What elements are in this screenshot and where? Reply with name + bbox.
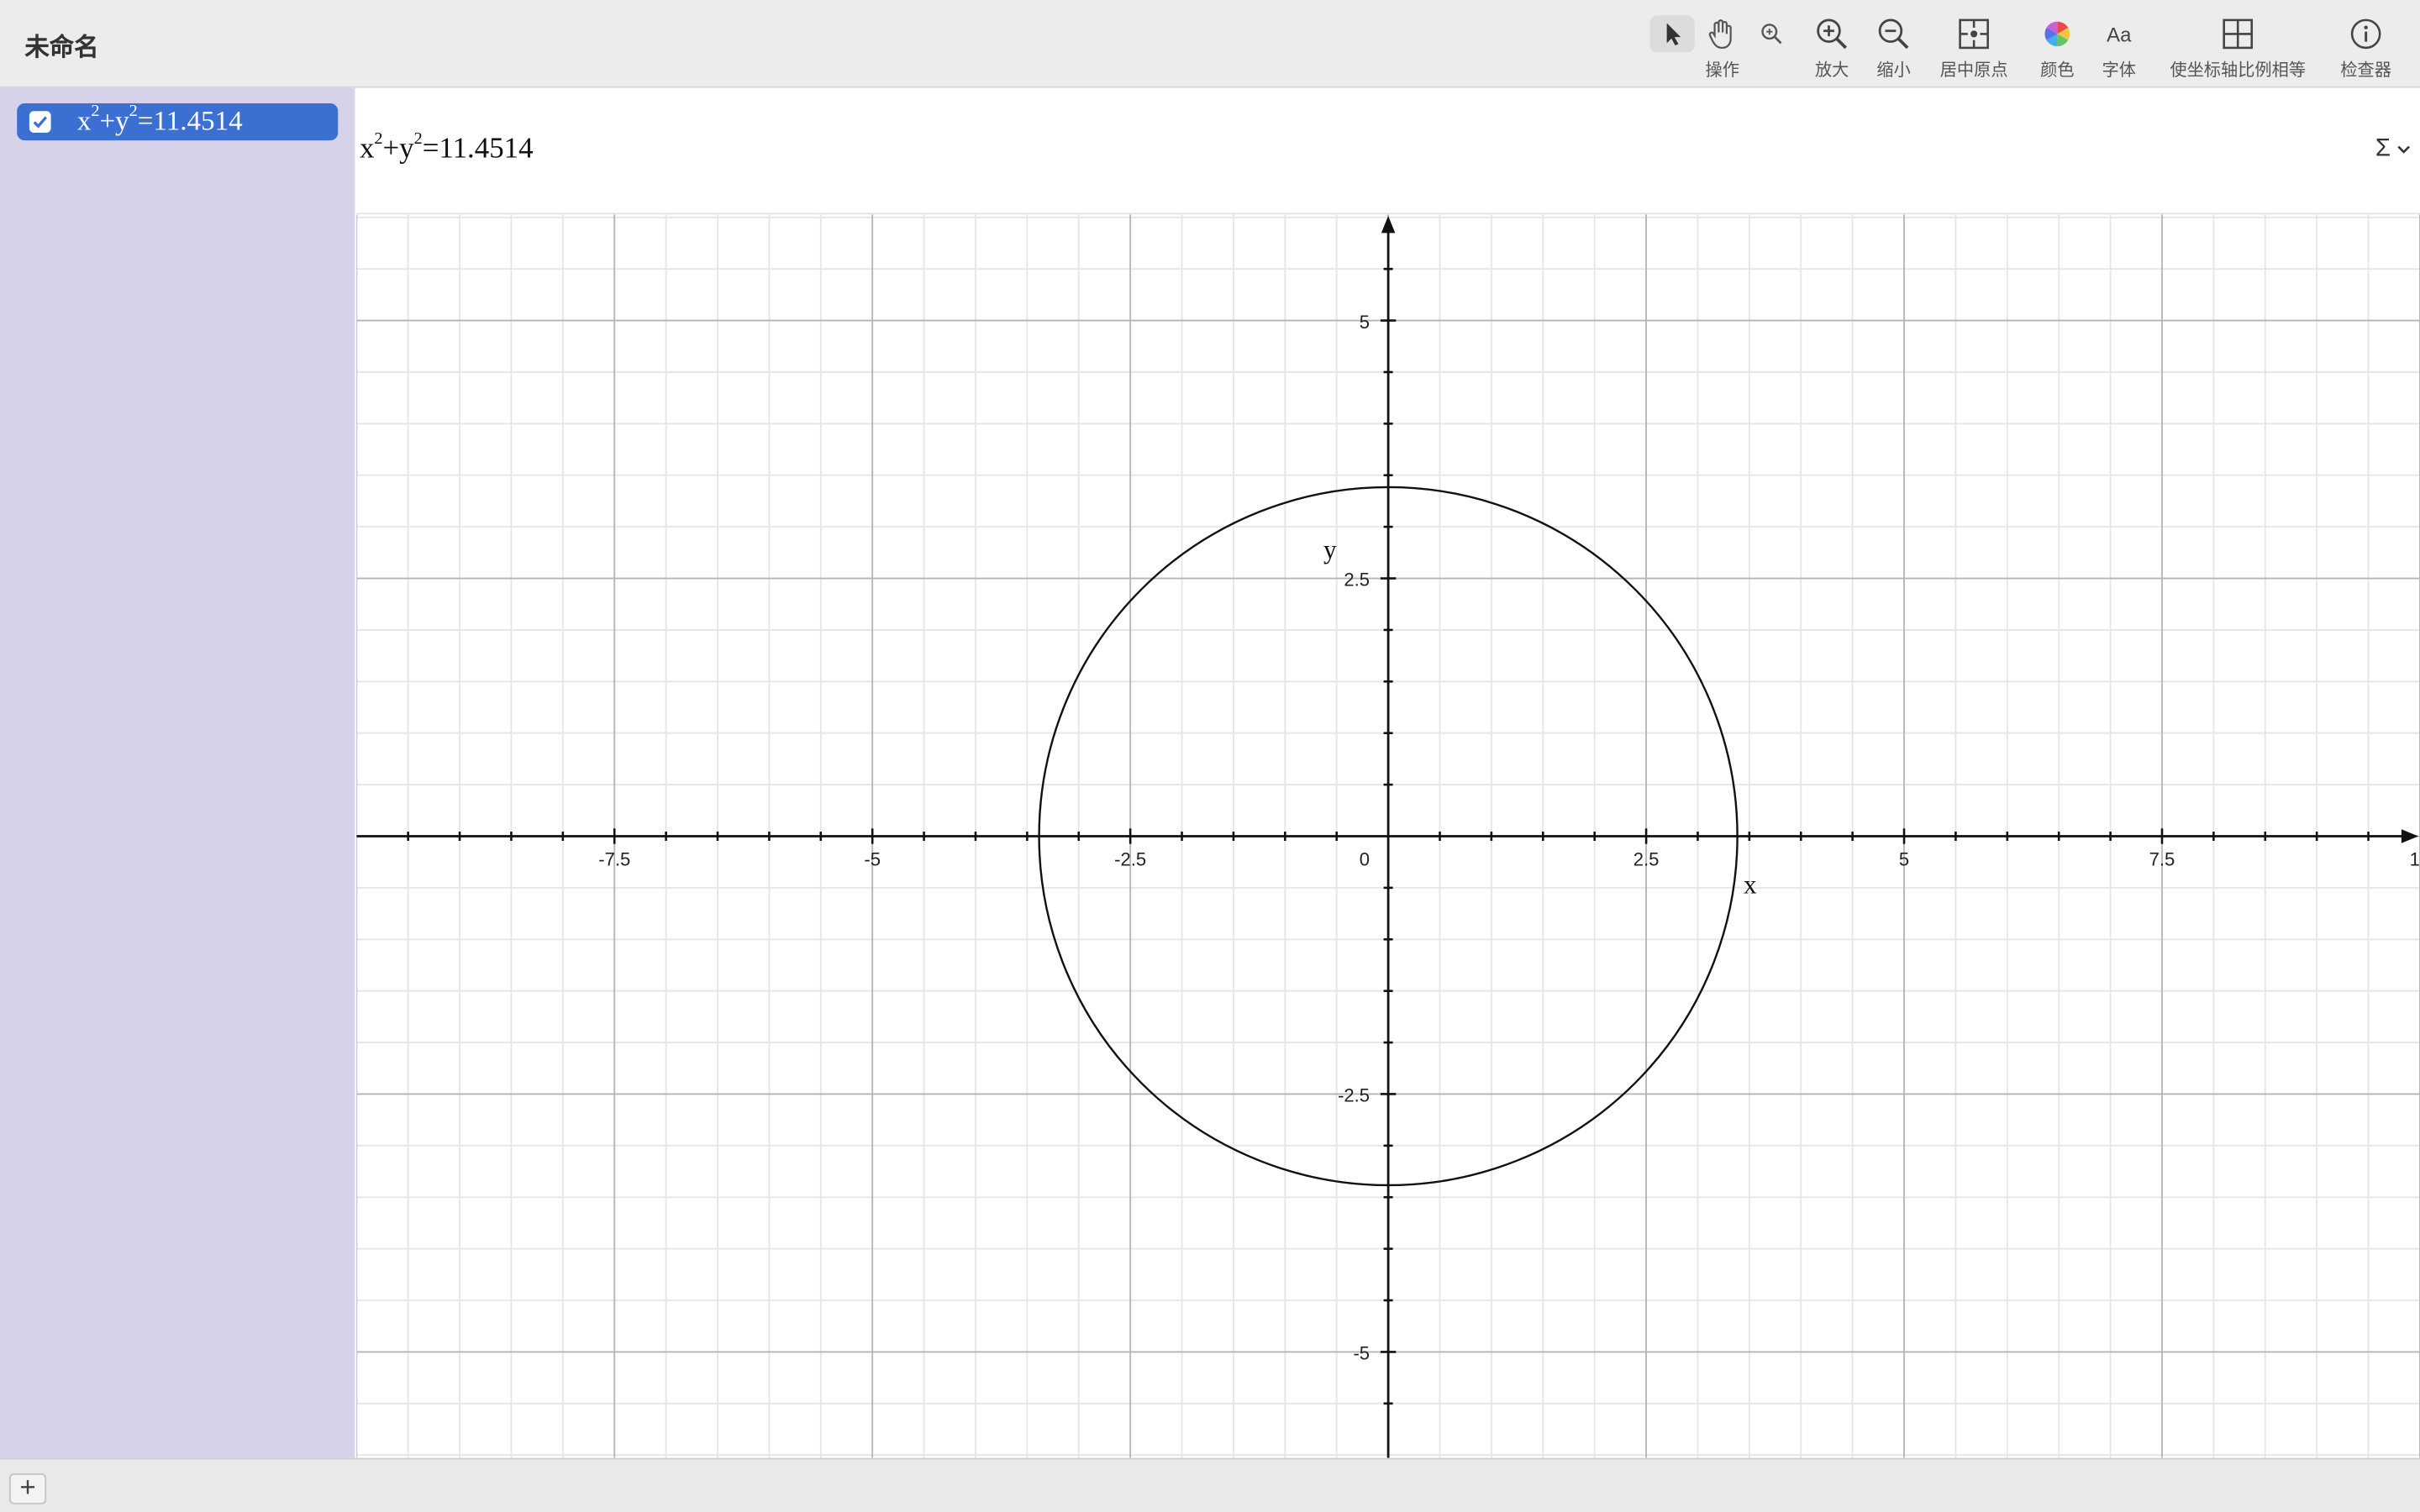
y-tick-label: -2.5	[1338, 1085, 1370, 1106]
info-icon	[2349, 13, 2382, 55]
x-tick-label: -7.5	[598, 848, 630, 869]
x-axis-arrow	[2401, 829, 2419, 843]
y-tick-label: 2.5	[1344, 570, 1370, 591]
equal-axes-button[interactable]: 使坐标轴比例相等	[2160, 13, 2317, 82]
zoom-in-button[interactable]: 放大	[1809, 13, 1855, 82]
center-origin-icon	[1957, 13, 1991, 55]
hand-icon	[1706, 13, 1739, 55]
chevron-down-icon	[2397, 145, 2410, 154]
graph-svg: -7.5 -5 -2.5 0 2.5 5 7.5 10 5 2.5 -2.5 -5 x y	[355, 214, 2420, 1458]
zoom-out-button[interactable]: 缩小	[1870, 13, 1917, 82]
zoom-in-icon	[1815, 13, 1849, 55]
equation-text[interactable]: x2+y2=11.4514	[360, 129, 534, 166]
x-tick-label: 2.5	[1634, 848, 1660, 869]
equation-list-item[interactable]: x2+y2=11.4514	[17, 102, 339, 141]
equation-sidebar: x2+y2=11.4514	[0, 87, 355, 1458]
x-tick-label: 0	[1360, 848, 1370, 869]
add-equation-button[interactable]: +	[9, 1473, 47, 1504]
bottom-bar: +	[0, 1457, 2420, 1512]
toolbar: 未命名 操作 放大 缩小 居中原点 颜色 Aa 字体 使坐标轴比例相等 检查器	[0, 0, 2420, 88]
sigma-icon: Σ	[2375, 135, 2391, 162]
pointer-tool-button[interactable]	[1651, 13, 1694, 55]
center-origin-button[interactable]: 居中原点	[1935, 13, 2012, 82]
color-label: 颜色	[2040, 60, 2075, 81]
color-wheel-icon	[2042, 13, 2073, 55]
center-origin-label: 居中原点	[1939, 60, 2008, 81]
equation-editor[interactable]: x2+y2=11.4514 Σ	[356, 87, 2420, 215]
zoom-in-label: 放大	[1814, 60, 1849, 81]
equal-axes-label: 使坐标轴比例相等	[2170, 60, 2307, 81]
x-tick-label: -5	[864, 848, 881, 869]
y-tick-label: -5	[1353, 1343, 1370, 1364]
font-label: 字体	[2102, 60, 2136, 81]
font-button[interactable]: Aa 字体	[2096, 13, 2142, 82]
font-icon: Aa	[2107, 22, 2132, 46]
y-axis-label: y	[1323, 534, 1337, 564]
graph-canvas[interactable]: -7.5 -5 -2.5 0 2.5 5 7.5 10 5 2.5 -2.5 -5 x y	[355, 214, 2420, 1458]
grid-icon	[2221, 13, 2254, 55]
visibility-checkbox[interactable]	[29, 111, 51, 133]
zoom-out-icon	[1876, 13, 1910, 55]
x-tick-label: 7.5	[2149, 848, 2175, 869]
color-button[interactable]: 颜色	[2034, 13, 2081, 82]
magnifier-tool-button[interactable]	[1753, 13, 1790, 55]
hand-tool-label: 操作	[1705, 60, 1739, 81]
window-title: 未命名	[24, 32, 99, 62]
y-axis-arrow	[1381, 216, 1396, 234]
hand-tool-button[interactable]: 操作	[1697, 13, 1747, 82]
x-axis-label: x	[1744, 869, 1757, 899]
equation-list-label: x2+y2=11.4514	[76, 102, 243, 136]
x-tick-label: -2.5	[1114, 848, 1146, 869]
magnifier-icon	[1760, 13, 1784, 55]
inspector-button[interactable]: 检查器	[2333, 13, 2398, 82]
x-tick-label: 5	[1899, 848, 1909, 869]
inspector-label: 检查器	[2340, 60, 2391, 81]
checkmark-icon	[33, 116, 47, 129]
y-tick-label: 5	[1360, 312, 1370, 333]
pointer-icon	[1660, 13, 1685, 55]
zoom-out-label: 缩小	[1876, 60, 1911, 81]
x-tick-label: 10	[2410, 848, 2420, 869]
math-symbols-dropdown[interactable]: Σ	[2375, 136, 2411, 164]
